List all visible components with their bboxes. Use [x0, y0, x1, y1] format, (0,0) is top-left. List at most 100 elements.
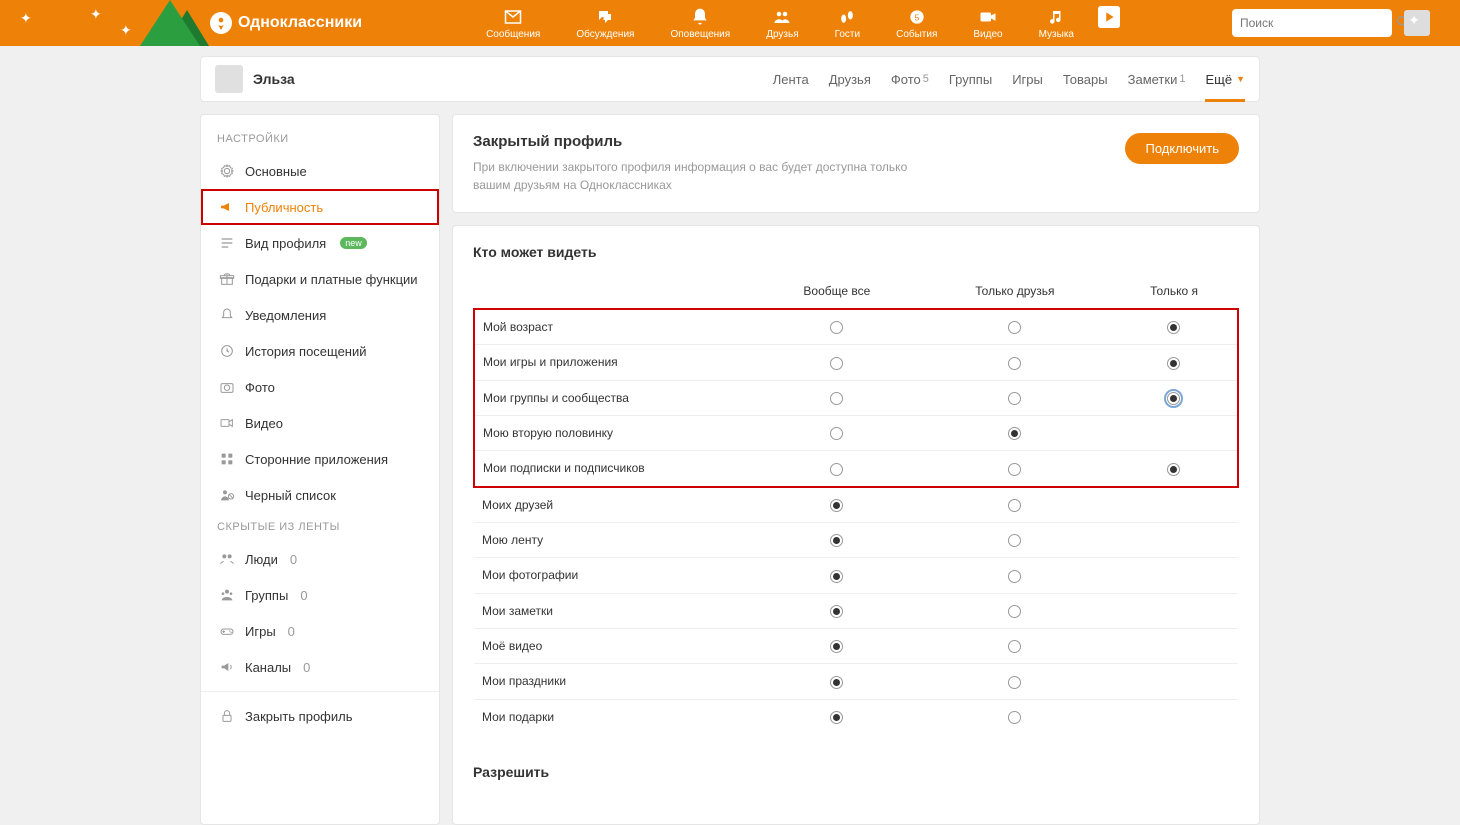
- sidebar-item-photo[interactable]: Фото: [201, 369, 439, 405]
- privacy-radio[interactable]: [1167, 463, 1180, 476]
- sidebar-item-games[interactable]: Игры 0: [201, 613, 439, 649]
- friends-icon: [771, 7, 793, 27]
- megaphone-icon: [219, 199, 235, 215]
- tab-photo[interactable]: Фото5: [891, 57, 929, 101]
- privacy-row-label: Мою вторую половинку: [474, 415, 754, 450]
- privacy-radio[interactable]: [1008, 676, 1021, 689]
- privacy-radio[interactable]: [830, 427, 843, 440]
- privacy-radio[interactable]: [830, 534, 843, 547]
- tab-goods[interactable]: Товары: [1063, 57, 1108, 101]
- privacy-radio[interactable]: [830, 570, 843, 583]
- privacy-radio[interactable]: [830, 605, 843, 618]
- events-icon: 5: [906, 7, 928, 27]
- gear-icon: [219, 163, 235, 179]
- privacy-radio[interactable]: [1008, 534, 1021, 547]
- privacy-row-label: Мою ленту: [474, 522, 754, 557]
- privacy-radio[interactable]: [1008, 640, 1021, 653]
- profile-avatar[interactable]: [215, 65, 243, 93]
- play-icon: [1098, 7, 1120, 27]
- privacy-radio[interactable]: [1167, 357, 1180, 370]
- sidebar-item-history[interactable]: История посещений: [201, 333, 439, 369]
- search-input[interactable]: [1240, 16, 1395, 30]
- sidebar-head-settings: НАСТРОЙКИ: [201, 125, 439, 153]
- top-nav: Сообщения Обсуждения Оповещения Друзья Г…: [468, 3, 1126, 44]
- nav-video[interactable]: Видео: [955, 3, 1020, 44]
- privacy-row: Мои группы и сообщества: [474, 380, 1238, 415]
- tab-more[interactable]: Ещё▼: [1205, 57, 1245, 101]
- privacy-row-label: Мой возраст: [474, 309, 754, 345]
- sidebar-head-hidden: СКРЫТЫЕ ИЗ ЛЕНТЫ: [201, 513, 439, 541]
- nav-guests[interactable]: Гости: [817, 3, 878, 44]
- tab-feed[interactable]: Лента: [773, 57, 809, 101]
- logo[interactable]: Одноклассники: [210, 12, 362, 34]
- privacy-radio[interactable]: [1008, 499, 1021, 512]
- tab-notes[interactable]: Заметки1: [1128, 57, 1186, 101]
- search-box[interactable]: [1232, 9, 1392, 37]
- sidebar-item-profile-view[interactable]: Вид профиля new: [201, 225, 439, 261]
- privacy-radio[interactable]: [830, 640, 843, 653]
- privacy-row: Мои подписки и подписчиков: [474, 451, 1238, 487]
- history-icon: [219, 343, 235, 359]
- privacy-row-label: Мои фотографии: [474, 558, 754, 593]
- sidebar-item-publicity[interactable]: Публичность: [201, 189, 439, 225]
- privacy-radio[interactable]: [1008, 427, 1021, 440]
- privacy-radio[interactable]: [1008, 605, 1021, 618]
- privacy-radio[interactable]: [830, 676, 843, 689]
- sidebar-item-blacklist[interactable]: Черный список: [201, 477, 439, 513]
- bell-icon: [219, 307, 235, 323]
- privacy-radio[interactable]: [1008, 463, 1021, 476]
- privacy-table: Вообще все Только друзья Только я Мой во…: [473, 274, 1239, 734]
- bell-icon: [689, 7, 711, 27]
- privacy-radio[interactable]: [1008, 321, 1021, 334]
- tab-groups[interactable]: Группы: [949, 57, 992, 101]
- privacy-radio[interactable]: [830, 357, 843, 370]
- grid-icon: [219, 451, 235, 467]
- sidebar-item-notifications[interactable]: Уведомления: [201, 297, 439, 333]
- privacy-radio[interactable]: [1008, 357, 1021, 370]
- privacy-row: Мои подарки: [474, 699, 1238, 734]
- tab-friends[interactable]: Друзья: [829, 57, 871, 101]
- privacy-radio[interactable]: [1167, 321, 1180, 334]
- nav-messages[interactable]: Сообщения: [468, 3, 558, 44]
- privacy-row-label: Моё видео: [474, 628, 754, 663]
- gamepad-icon: [219, 623, 235, 639]
- privacy-radio[interactable]: [830, 321, 843, 334]
- nav-play[interactable]: [1092, 3, 1126, 44]
- sidebar-item-gifts[interactable]: Подарки и платные функции: [201, 261, 439, 297]
- connect-button[interactable]: Подключить: [1125, 133, 1239, 164]
- privacy-row: Мои игры и приложения: [474, 345, 1238, 380]
- sidebar-item-channels[interactable]: Каналы 0: [201, 649, 439, 685]
- privacy-radio[interactable]: [1008, 392, 1021, 405]
- closed-profile-desc: При включении закрытого профиля информац…: [473, 158, 933, 194]
- privacy-radio[interactable]: [1008, 570, 1021, 583]
- sidebar-item-basic[interactable]: Основные: [201, 153, 439, 189]
- nav-events[interactable]: 5 События: [878, 3, 955, 44]
- chat-icon: [594, 7, 616, 27]
- sidebar-item-apps[interactable]: Сторонние приложения: [201, 441, 439, 477]
- privacy-radio[interactable]: [830, 499, 843, 512]
- sidebar-item-video[interactable]: Видео: [201, 405, 439, 441]
- sidebar-item-close-profile[interactable]: Закрыть профиль: [201, 698, 439, 734]
- privacy-row-label: Мои заметки: [474, 593, 754, 628]
- nav-friends[interactable]: Друзья: [748, 3, 816, 44]
- chevron-down-icon: ▼: [1236, 74, 1245, 84]
- privacy-radio[interactable]: [1167, 392, 1180, 405]
- brand-text: Одноклассники: [238, 14, 362, 32]
- sidebar-item-groups[interactable]: Группы 0: [201, 577, 439, 613]
- nav-notifications[interactable]: Оповещения: [652, 3, 748, 44]
- privacy-radio[interactable]: [830, 392, 843, 405]
- privacy-row: Мои праздники: [474, 664, 1238, 699]
- profile-name: Эльза: [253, 71, 295, 87]
- tab-games[interactable]: Игры: [1012, 57, 1043, 101]
- privacy-radio[interactable]: [1008, 711, 1021, 724]
- svg-text:5: 5: [914, 12, 919, 22]
- list-icon: [219, 235, 235, 251]
- nav-music[interactable]: Музыка: [1021, 3, 1092, 44]
- profile-bar: Эльза Лента Друзья Фото5 Группы Игры Тов…: [200, 56, 1260, 102]
- sidebar-item-people[interactable]: Люди 0: [201, 541, 439, 577]
- privacy-row-label: Мои группы и сообщества: [474, 380, 754, 415]
- closed-profile-card: Закрытый профиль При включении закрытого…: [452, 114, 1260, 213]
- privacy-radio[interactable]: [830, 463, 843, 476]
- privacy-radio[interactable]: [830, 711, 843, 724]
- nav-discussions[interactable]: Обсуждения: [558, 3, 652, 44]
